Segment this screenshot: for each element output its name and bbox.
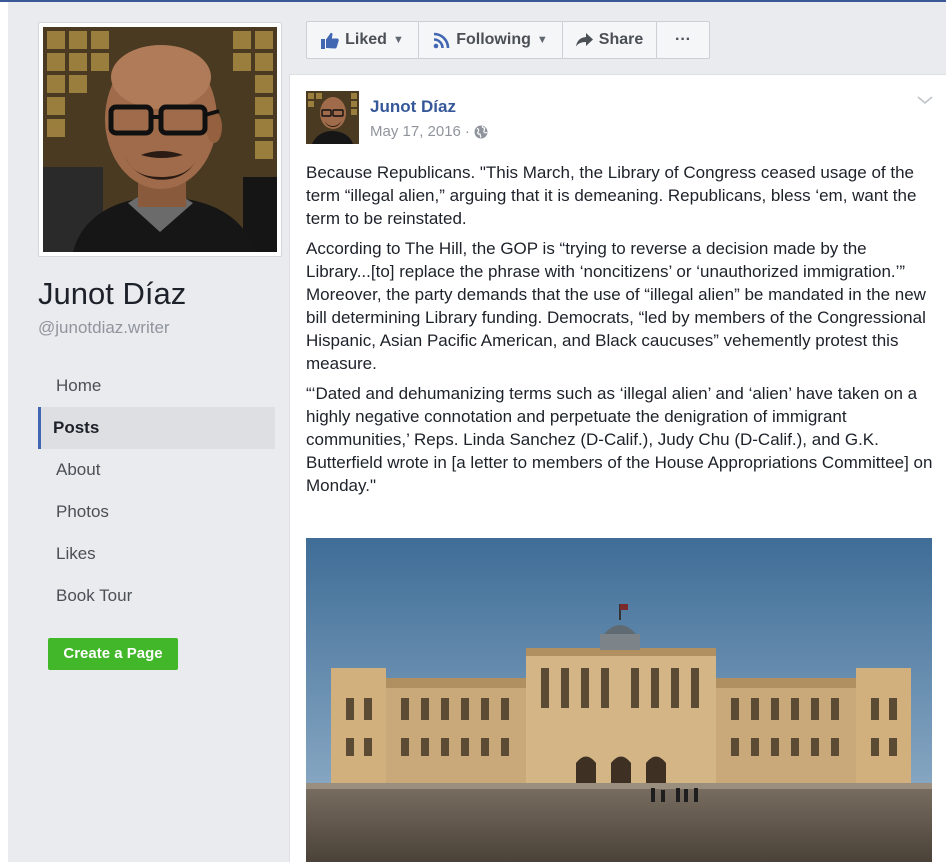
- liked-label: Liked: [345, 31, 387, 48]
- profile-photo: [43, 27, 277, 252]
- more-icon: ···: [675, 31, 691, 48]
- page-nav: Home Posts About Photos Likes Book Tour: [38, 365, 275, 617]
- post-paragraph: Because Republicans. "This March, the Li…: [306, 163, 917, 228]
- page-name[interactable]: Junot Díaz: [38, 276, 186, 312]
- left-edge: [0, 2, 8, 862]
- page-handle[interactable]: @junotdiaz.writer: [38, 318, 170, 338]
- post-text: Because Republicans. "This March, the Li…: [306, 161, 934, 504]
- more-options-button[interactable]: ···: [657, 22, 709, 58]
- post-paragraph: “‘Dated and dehumanizing terms such as ‘…: [306, 384, 933, 495]
- share-button[interactable]: Share: [563, 22, 657, 58]
- main-column: Liked ▼ Following ▼ Share ··· Junot Díaz…: [289, 2, 946, 862]
- nav-item-home[interactable]: Home: [38, 365, 275, 407]
- post-card: Junot Díaz May 17, 2016 · Because Republ…: [289, 74, 946, 862]
- thumbs-up-icon: [321, 32, 339, 49]
- page-sidebar: Junot Díaz @junotdiaz.writer Home Posts …: [8, 2, 289, 862]
- post-meta: May 17, 2016 ·: [370, 123, 488, 140]
- post-photo[interactable]: [306, 538, 932, 862]
- nav-item-posts[interactable]: Posts: [38, 407, 275, 449]
- profile-picture[interactable]: [38, 22, 282, 257]
- following-button[interactable]: Following ▼: [419, 22, 563, 58]
- nav-item-book-tour[interactable]: Book Tour: [38, 575, 275, 617]
- create-page-button[interactable]: Create a Page: [48, 638, 178, 670]
- post-paragraph: According to The Hill, the GOP is “tryin…: [306, 239, 926, 373]
- globe-icon[interactable]: [474, 125, 488, 139]
- liked-button[interactable]: Liked ▼: [307, 22, 419, 58]
- nav-item-likes[interactable]: Likes: [38, 533, 275, 575]
- chevron-down-icon[interactable]: [916, 93, 934, 107]
- meta-separator: ·: [464, 123, 470, 140]
- rss-icon: [433, 32, 450, 48]
- nav-item-photos[interactable]: Photos: [38, 491, 275, 533]
- library-of-congress-photo: [306, 538, 932, 862]
- caret-down-icon: ▼: [392, 34, 404, 46]
- caret-down-icon: ▼: [536, 34, 548, 46]
- post-author-name[interactable]: Junot Díaz: [370, 97, 456, 117]
- post-author-avatar[interactable]: [306, 91, 359, 144]
- following-label: Following: [456, 31, 531, 48]
- share-label: Share: [598, 31, 644, 48]
- share-arrow-icon: [575, 33, 593, 47]
- post-date[interactable]: May 17, 2016: [370, 123, 461, 140]
- nav-item-about[interactable]: About: [38, 449, 275, 491]
- page-action-bar: Liked ▼ Following ▼ Share ···: [306, 21, 710, 59]
